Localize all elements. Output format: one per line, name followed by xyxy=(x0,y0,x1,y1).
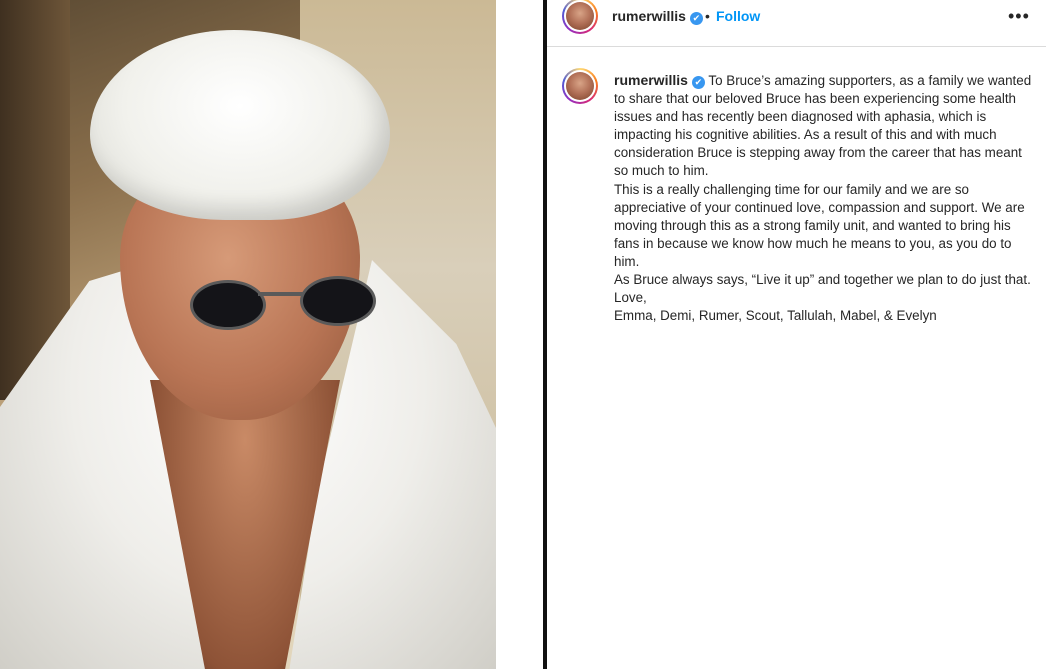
caption-text-5: Emma, Demi, Rumer, Scout, Tallulah, Mabe… xyxy=(614,308,937,324)
verified-badge-icon: ✔ xyxy=(691,76,705,89)
photo-sunglasses-right-lens xyxy=(300,276,376,326)
follow-button[interactable]: Follow xyxy=(716,8,760,24)
more-options-icon[interactable]: ••• xyxy=(1008,6,1030,27)
verified-badge-icon: ✔ xyxy=(689,12,703,25)
author-avatar[interactable] xyxy=(562,0,598,34)
photo-sunglasses-bridge xyxy=(258,292,304,296)
caption-author-avatar[interactable] xyxy=(562,68,598,104)
avatar-image xyxy=(566,2,594,30)
post-caption: rumerwillis ✔ To Bruce’s amazing supporte… xyxy=(614,71,1038,325)
avatar-image xyxy=(566,72,594,100)
separator-dot: • xyxy=(705,8,710,24)
caption-text-1: To Bruce’s amazing supporters, as a fami… xyxy=(614,73,1032,179)
caption-text-2: This is a really challenging time for ou… xyxy=(614,181,1025,269)
post-sidebar: rumerwillis ✔ • Follow ••• rumerwillis ✔ T… xyxy=(547,0,1046,669)
post-header: rumerwillis ✔ • Follow ••• xyxy=(547,0,1046,47)
author-username-text[interactable]: rumerwillis xyxy=(612,8,686,24)
caption-text-4: Love, xyxy=(614,290,647,306)
caption-text-3: As Bruce always says, “Live it up” and t… xyxy=(614,272,1031,288)
post-photo[interactable] xyxy=(0,0,496,669)
caption-username[interactable]: rumerwillis ✔ xyxy=(614,72,705,89)
caption-paragraph: rumerwillis ✔ To Bruce’s amazing supporte… xyxy=(614,71,1038,181)
photo-sunglasses-left-lens xyxy=(190,280,266,330)
author-username[interactable]: rumerwillis ✔ xyxy=(612,8,703,25)
post-media[interactable] xyxy=(0,0,545,669)
caption-username-text[interactable]: rumerwillis xyxy=(614,72,688,88)
